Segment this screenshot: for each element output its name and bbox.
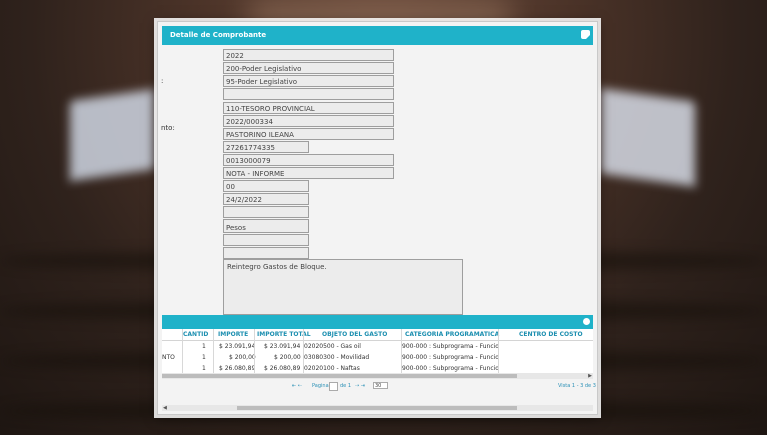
- background-screen-right: [600, 88, 695, 187]
- scrollbar-thumb[interactable]: [237, 406, 517, 410]
- field-beneficiario[interactable]: PASTORINO ILEANA: [223, 128, 394, 140]
- cell-objeto: 02020100 - Naftas: [304, 365, 360, 372]
- dialog-horizontal-scrollbar[interactable]: ◀: [162, 405, 593, 411]
- cell-importe: $ 26.080,89: [219, 365, 256, 372]
- grid-horizontal-scrollbar[interactable]: ▶: [162, 373, 593, 379]
- scroll-right-icon[interactable]: ▶: [588, 373, 592, 379]
- field-cuit[interactable]: 27261774335: [223, 141, 309, 153]
- pager-prev-icons[interactable]: ⇤ ⇠: [292, 383, 302, 389]
- observations-textarea[interactable]: Reintegro Gastos de Bloque.: [223, 259, 463, 315]
- column-divider: [303, 329, 304, 373]
- cell-objeto: 02020500 - Gas oil: [304, 343, 361, 350]
- field-label: :: [161, 77, 164, 85]
- field-moneda[interactable]: Pesos: [223, 219, 309, 233]
- column-header[interactable]: CENTRO DE COSTO: [519, 331, 583, 338]
- column-divider: [213, 329, 214, 373]
- scrollbar-thumb[interactable]: [162, 374, 517, 378]
- grid-toolbar: [162, 315, 593, 329]
- comprobante-dialog: Detalle de Comprobante : nto: 2022 200-P…: [157, 21, 598, 415]
- page-size-select[interactable]: 30: [373, 382, 388, 389]
- dialog-header: Detalle de Comprobante: [162, 26, 593, 45]
- column-divider: [401, 329, 402, 373]
- cell-cantidad: 1: [202, 343, 206, 350]
- cell-importe-total: $ 23.091,94: [264, 343, 301, 350]
- background-screen-left: [70, 89, 155, 181]
- pager-next-icons[interactable]: ⇢ ⇥: [355, 383, 365, 389]
- column-divider: [182, 329, 183, 373]
- close-icon[interactable]: [581, 30, 590, 39]
- field-tesoro[interactable]: 110-TESORO PROVINCIAL: [223, 102, 394, 114]
- cell-categoria: 900-000 : Subprograma - Funcion: [402, 343, 498, 350]
- scroll-left-icon[interactable]: ◀: [163, 405, 167, 411]
- pager-total-pages: de 1: [340, 383, 352, 389]
- cell-cantidad: 1: [202, 354, 206, 361]
- field-ejercicio[interactable]: 2022: [223, 49, 394, 61]
- pager-page-label: Pagina: [312, 383, 329, 389]
- field-label: nto:: [161, 124, 175, 132]
- field-empty[interactable]: [223, 88, 394, 100]
- cell-importe: $ 23.091,94: [219, 343, 256, 350]
- cell-importe-total: $ 26.080,89: [264, 365, 301, 372]
- column-header[interactable]: OBJETO DEL GASTO: [322, 331, 387, 338]
- form-area: : nto: 2022 200-Poder Legislativo 95-Pod…: [158, 45, 597, 315]
- pager-view-info: Vista 1 - 3 de 3: [558, 383, 596, 389]
- field-empty[interactable]: [223, 234, 309, 246]
- field-numero[interactable]: 2022/000334: [223, 115, 394, 127]
- cell-categoria: 900-000 : Subprograma - Funcion: [402, 354, 498, 361]
- field-codigo-00[interactable]: 00: [223, 180, 309, 192]
- column-divider: [498, 329, 499, 373]
- grid-pager: ⇤ ⇠ Pagina de 1 ⇢ ⇥ 30 Vista 1 - 3 de 3: [162, 381, 596, 393]
- field-empty[interactable]: [223, 206, 309, 218]
- row-lead: NTO: [162, 354, 175, 361]
- page-number-input[interactable]: [329, 382, 338, 391]
- field-fecha[interactable]: 24/2/2022: [223, 193, 309, 205]
- cell-objeto: 03080300 - Movilidad: [304, 354, 370, 361]
- dialog-title: Detalle de Comprobante: [170, 31, 267, 39]
- field-unidad[interactable]: 95-Poder Legislativo: [223, 75, 394, 87]
- field-codigo[interactable]: 0013000079: [223, 154, 394, 166]
- column-header[interactable]: CANTID: [183, 331, 208, 338]
- field-empty[interactable]: [223, 247, 309, 259]
- column-header[interactable]: IMPORTE: [218, 331, 248, 338]
- cell-importe: $ 200,00: [229, 354, 256, 361]
- cell-importe-total: $ 200,00: [274, 354, 301, 361]
- grid-header: CANTID IMPORTE IMPORTE TOTAL OBJETO DEL …: [162, 329, 593, 341]
- cell-cantidad: 1: [202, 365, 206, 372]
- field-jurisdiccion[interactable]: 200-Poder Legislativo: [223, 62, 394, 74]
- refresh-icon[interactable]: [583, 318, 590, 325]
- column-divider: [254, 329, 255, 373]
- cell-categoria: 900-000 : Subprograma - Funcion: [402, 365, 498, 372]
- field-tipo[interactable]: NOTA - INFORME: [223, 167, 394, 179]
- column-header[interactable]: CATEGORIA PROGRAMATICA: [405, 331, 499, 338]
